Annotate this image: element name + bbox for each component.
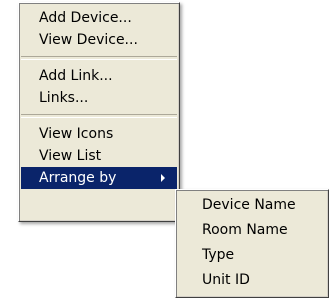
chevron-right-icon bbox=[161, 174, 165, 182]
menu-item-arrange-by-label: Arrange by bbox=[39, 170, 117, 186]
context-menu: Add Device... View Device... Add Link...… bbox=[18, 2, 180, 222]
menu-item-view-device[interactable]: View Device... bbox=[21, 29, 177, 51]
arrange-by-submenu: Device Name Room Name Type Unit ID bbox=[175, 189, 329, 298]
menu-item-view-icons[interactable]: View Icons bbox=[21, 123, 177, 145]
menu-separator bbox=[21, 56, 177, 60]
menu-separator bbox=[21, 114, 177, 118]
menu-item-add-link[interactable]: Add Link... bbox=[21, 65, 177, 87]
menu-item-add-device[interactable]: Add Device... bbox=[21, 7, 177, 29]
submenu-item-room-name[interactable]: Room Name bbox=[178, 218, 326, 243]
menu-item-links[interactable]: Links... bbox=[21, 87, 177, 109]
submenu-item-device-name[interactable]: Device Name bbox=[178, 193, 326, 218]
menu-item-view-list[interactable]: View List bbox=[21, 145, 177, 167]
submenu-item-type[interactable]: Type bbox=[178, 243, 326, 268]
submenu-item-unit-id[interactable]: Unit ID bbox=[178, 268, 326, 293]
menu-item-arrange-by[interactable]: Arrange by bbox=[21, 167, 177, 189]
